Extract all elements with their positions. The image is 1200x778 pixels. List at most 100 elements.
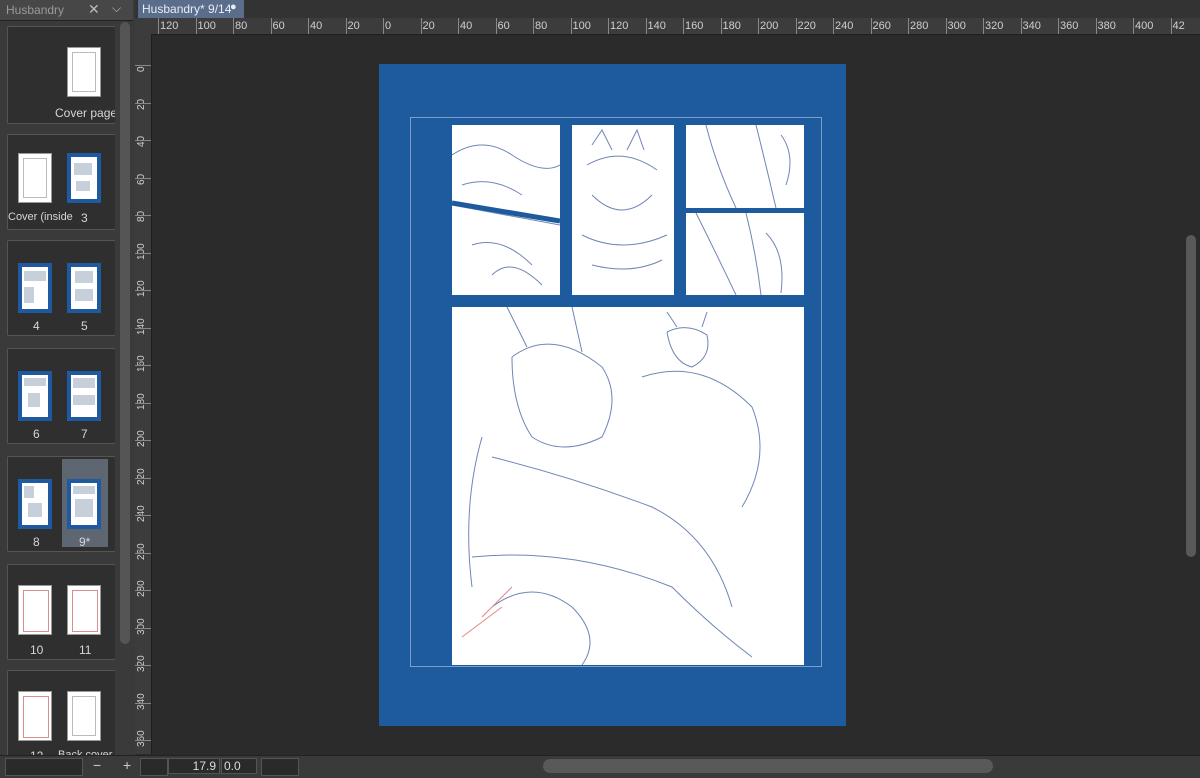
- ruler-tick: [135, 552, 151, 554]
- page-thumbnail[interactable]: [18, 263, 52, 313]
- ruler-tick-label: 80: [235, 20, 248, 32]
- panel-tab[interactable]: Husbandry ✕ ⌵: [0, 0, 133, 21]
- ruler-tick-label: 180: [722, 20, 741, 32]
- ruler-tick-label: 0: [136, 66, 147, 72]
- panel-scrollbar[interactable]: [120, 22, 130, 644]
- ruler-tick: [683, 18, 684, 34]
- ruler-tick: [1058, 18, 1059, 34]
- line-art-sketch: [581, 128, 668, 270]
- chevron-down-icon[interactable]: ⌵: [112, 1, 121, 16]
- page-thumbnail[interactable]: [67, 691, 101, 741]
- page-thumbnail[interactable]: [67, 585, 101, 635]
- comic-panel-1[interactable]: [452, 125, 560, 295]
- ruler-tick: [383, 18, 384, 34]
- ruler-tick: [135, 215, 151, 216]
- ruler-tick-label: 160: [136, 355, 147, 372]
- page-label: 5: [81, 319, 88, 333]
- canvas-horizontal-scrollbar[interactable]: [543, 759, 993, 773]
- comic-panel-2[interactable]: [572, 125, 674, 295]
- ruler-tick: [908, 18, 909, 34]
- page-thumbnail-selected[interactable]: [67, 479, 101, 529]
- ruler-tick-label: 280: [136, 580, 147, 597]
- ruler-tick-label: 100: [197, 20, 216, 32]
- ruler-tick-label: 160: [685, 20, 704, 32]
- ruler-tick-label: 360: [1060, 20, 1079, 32]
- flip-button[interactable]: [261, 758, 299, 776]
- page-thumbnail[interactable]: [18, 371, 52, 421]
- ruler-tick: [135, 740, 151, 741]
- ruler-tick: [1020, 18, 1022, 34]
- zoom-level-field[interactable]: 17.9: [168, 758, 220, 774]
- page-list: Cover page Cover (inside 3 4 5 6 7 8 9* …: [7, 24, 115, 757]
- vertical-ruler: 0 20 40 60 80 100 120 140 160 180 200 220 240 260 280 3…: [135, 34, 152, 754]
- ruler-tick-label: 200: [136, 430, 147, 447]
- ruler-tick-label: 340: [1022, 20, 1041, 32]
- line-art-sketch: [452, 144, 560, 286]
- ruler-tick: [983, 18, 984, 34]
- page-group-12-back[interactable]: 12 Back cover (i: [7, 670, 115, 757]
- ruler-tick-label: 240: [835, 20, 854, 32]
- close-icon[interactable]: ✕: [88, 1, 100, 18]
- ruler-tick: [570, 18, 572, 34]
- page-thumbnail[interactable]: [18, 585, 52, 635]
- page-thumbnail[interactable]: [67, 47, 101, 97]
- ruler-tick: [608, 18, 609, 34]
- ruler-tick-label: 100: [572, 20, 591, 32]
- status-bar: − + 17.9 0.0: [0, 755, 1200, 778]
- ruler-tick: [135, 65, 151, 66]
- ruler-tick-label: 320: [136, 655, 147, 672]
- page-label: 4: [33, 319, 40, 333]
- ruler-tick: [420, 18, 422, 34]
- ruler-tick: [135, 440, 151, 441]
- ruler-tick: [135, 290, 151, 291]
- ruler-tick: [233, 18, 234, 34]
- ruler-tick-label: 340: [136, 692, 147, 710]
- rotation-slider[interactable]: [140, 758, 168, 776]
- page-group-cover[interactable]: Cover page: [7, 26, 115, 124]
- page-group-10-11[interactable]: 10 11: [7, 564, 115, 660]
- comic-panel-4[interactable]: [686, 213, 804, 295]
- page-group-6-7[interactable]: 6 7: [7, 348, 115, 444]
- ruler-tick: [135, 665, 151, 666]
- ruler-tick-label: 240: [136, 505, 147, 522]
- line-art-sketch: [705, 125, 791, 208]
- zoom-slider[interactable]: [5, 758, 83, 776]
- canvas-vertical-scrollbar[interactable]: [1186, 235, 1196, 557]
- zoom-out-button[interactable]: −: [93, 757, 101, 773]
- ruler-tick: [1170, 18, 1172, 34]
- ruler-tick: [870, 18, 872, 34]
- ruler-tick-label: 320: [985, 20, 1004, 32]
- ruler-tick-label: 180: [136, 392, 147, 410]
- page-label: 9*: [79, 535, 91, 549]
- page-group-4-5[interactable]: 4 5: [7, 240, 115, 336]
- page-thumbnail[interactable]: [67, 371, 101, 421]
- ruler-tick-label: 120: [610, 20, 629, 32]
- ruler-tick: [458, 18, 459, 34]
- document-tab-label: Husbandry* 9/14: [142, 2, 232, 16]
- page-thumbnail[interactable]: [18, 691, 52, 741]
- ruler-tick-label: 60: [497, 20, 510, 32]
- ruler-tick: [135, 102, 151, 104]
- ruler-tick-label: 60: [272, 20, 285, 32]
- ruler-tick-label: 100: [136, 242, 147, 260]
- page-group-2-3[interactable]: Cover (inside 3: [7, 134, 115, 230]
- ruler-tick: [945, 18, 947, 34]
- ruler-tick-label: 260: [872, 20, 891, 32]
- page-group-8-9[interactable]: 8 9*: [7, 456, 115, 552]
- ruler-tick: [720, 18, 722, 34]
- comic-panel-5[interactable]: [452, 307, 804, 665]
- page-thumbnail[interactable]: [18, 479, 52, 529]
- ruler-tick-label: 120: [136, 280, 147, 297]
- ruler-tick: [135, 177, 151, 179]
- document-tab[interactable]: Husbandry* 9/14 ●: [138, 0, 244, 18]
- ruler-tick-label: 40: [136, 135, 147, 147]
- page-thumbnail[interactable]: [18, 153, 52, 203]
- ruler-tick: [1133, 18, 1134, 34]
- zoom-in-button[interactable]: +: [123, 757, 131, 773]
- comic-panel-3[interactable]: [686, 125, 804, 208]
- page-thumbnail[interactable]: [67, 153, 101, 203]
- rotation-angle-field[interactable]: 0.0: [221, 758, 257, 774]
- ruler-tick-label: 60: [136, 173, 147, 185]
- page-thumbnail[interactable]: [67, 263, 101, 313]
- ruler-corner: [135, 18, 152, 34]
